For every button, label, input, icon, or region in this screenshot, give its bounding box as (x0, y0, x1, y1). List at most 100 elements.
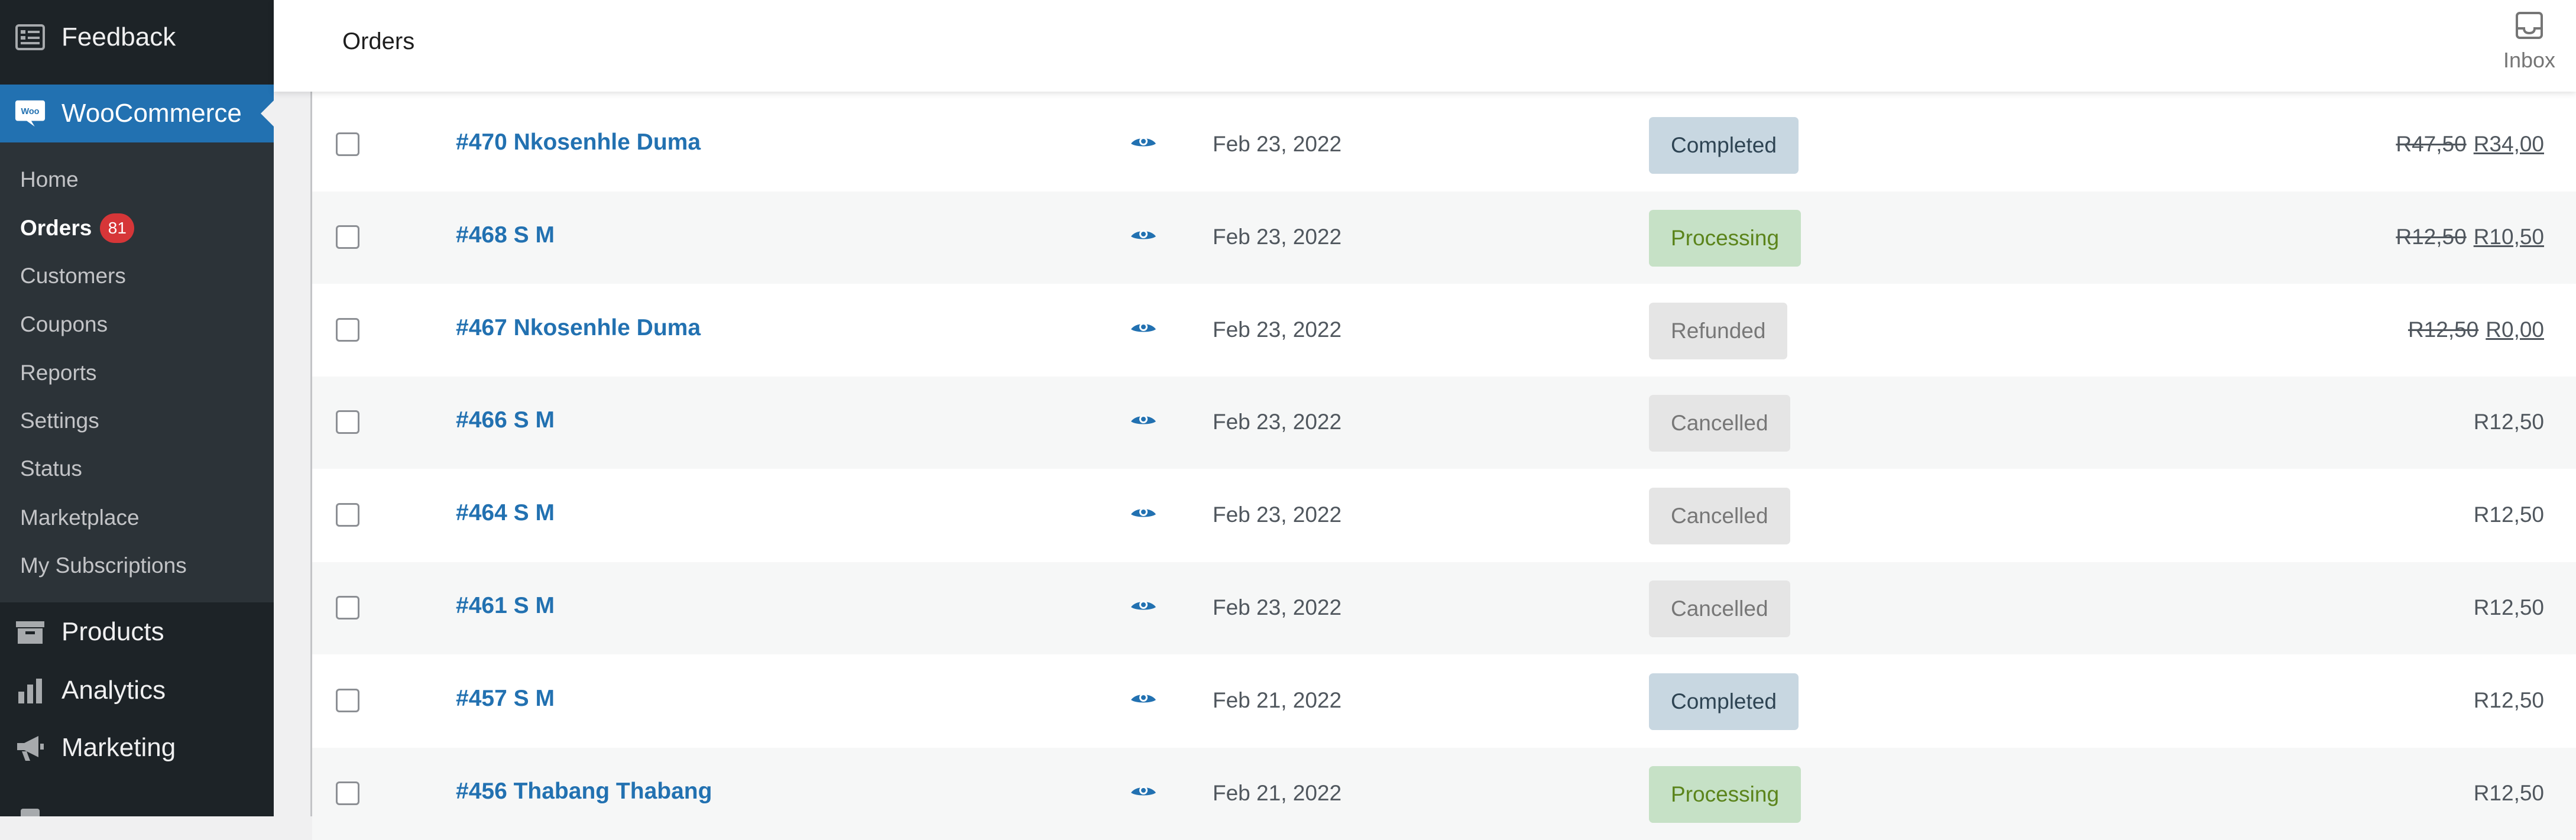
submenu-settings[interactable]: Settings (20, 403, 99, 439)
submenu-home[interactable]: Home (20, 162, 79, 197)
inbox-label: Inbox (2503, 48, 2556, 72)
original-total: R47,50 (2396, 132, 2467, 156)
status-badge: Cancelled (1649, 488, 1790, 544)
order-total: R0,00 (2486, 317, 2544, 342)
row-checkbox[interactable] (336, 410, 359, 434)
archive-icon (14, 616, 46, 648)
preview-eye-icon[interactable] (1130, 320, 1157, 339)
row-checkbox[interactable] (336, 225, 359, 249)
submenu-orders-label: Orders (20, 216, 92, 240)
submenu-customers-label: Customers (20, 264, 126, 288)
order-link[interactable]: #464 S M (456, 500, 555, 526)
order-total: R12,50 (2473, 502, 2544, 527)
order-total-cell: R12,50 (2474, 595, 2544, 620)
feedback-icon (14, 21, 46, 53)
submenu-settings-label: Settings (20, 408, 99, 433)
row-checkbox[interactable] (336, 503, 359, 527)
submenu-my-subscriptions-label: My Subscriptions (20, 553, 187, 578)
status-badge: Cancelled (1649, 580, 1790, 637)
table-row[interactable]: #467 Nkosenhle Duma Feb 23, 2022 Refunded R… (312, 284, 2576, 377)
submenu-status[interactable]: Status (20, 451, 82, 487)
submenu-status-label: Status (20, 456, 82, 481)
preview-eye-icon[interactable] (1130, 598, 1157, 617)
order-link[interactable]: #456 Thabang Thabang (456, 779, 712, 805)
order-link[interactable]: #466 S M (456, 407, 555, 433)
row-checkbox[interactable] (336, 689, 359, 712)
menu-feedback[interactable]: Feedback (0, 10, 274, 64)
menu-analytics-label: Analytics (61, 676, 166, 705)
order-date: Feb 21, 2022 (1213, 688, 1342, 712)
submenu-coupons[interactable]: Coupons (20, 307, 108, 342)
preview-eye-icon[interactable] (1130, 505, 1157, 524)
row-checkbox[interactable] (336, 781, 359, 805)
orders-table: #470 Nkosenhle Duma Feb 23, 2022 Completed… (310, 0, 2576, 840)
order-link[interactable]: #461 S M (456, 593, 555, 619)
status-badge: Completed (1649, 673, 1799, 730)
submenu-customers[interactable]: Customers (20, 258, 126, 294)
submenu-marketplace[interactable]: Marketplace (20, 500, 140, 536)
inbox-button[interactable]: Inbox (2497, 11, 2562, 82)
admin-sidebar: Feedback Woo WooCommerce Home Orders 81 … (0, 0, 274, 816)
inbox-icon (2515, 11, 2544, 43)
status-badge: Completed (1649, 117, 1799, 174)
menu-products-label: Products (61, 617, 164, 646)
menu-woocommerce-label: WooCommerce (61, 99, 242, 128)
row-checkbox[interactable] (336, 318, 359, 342)
order-date: Feb 23, 2022 (1213, 595, 1342, 620)
submenu-orders[interactable]: Orders 81 (20, 210, 135, 246)
order-total: R12,50 (2473, 410, 2544, 434)
preview-eye-icon[interactable] (1130, 134, 1157, 153)
order-total-cell: R12,50 (2474, 781, 2544, 806)
table-row[interactable]: #470 Nkosenhle Duma Feb 23, 2022 Completed… (312, 99, 2576, 191)
menu-analytics[interactable]: Analytics (0, 663, 274, 718)
table-row[interactable]: #468 S M Feb 23, 2022 Processing R12,50 R10,… (312, 192, 2576, 284)
table-row[interactable]: #456 Thabang Thabang Feb 21, 2022 Processi… (312, 748, 2576, 840)
preview-eye-icon[interactable] (1130, 227, 1157, 246)
order-date: Feb 23, 2022 (1213, 132, 1342, 156)
order-total: R12,50 (2473, 781, 2544, 805)
status-badge: Cancelled (1649, 395, 1790, 452)
menu-item-partial[interactable] (0, 791, 274, 816)
preview-eye-icon[interactable] (1130, 690, 1157, 709)
order-date: Feb 21, 2022 (1213, 781, 1342, 805)
status-badge: Processing (1649, 766, 1801, 823)
menu-feedback-label: Feedback (61, 22, 176, 51)
partial-menu-icon (14, 802, 46, 816)
order-link[interactable]: #457 S M (456, 686, 555, 712)
order-total: R10,50 (2473, 225, 2544, 249)
order-total-cell: R12,50 R0,00 (2408, 317, 2544, 342)
order-total: R34,00 (2473, 132, 2544, 156)
menu-products[interactable]: Products (0, 605, 274, 659)
order-total: R12,50 (2473, 688, 2544, 712)
menu-woocommerce[interactable]: Woo WooCommerce (0, 85, 274, 142)
order-link[interactable]: #467 Nkosenhle Duma (456, 315, 701, 341)
woo-logo-text: Woo (21, 107, 39, 116)
menu-marketing-label: Marketing (61, 733, 176, 762)
table-row[interactable]: #457 S M Feb 21, 2022 Completed R12,50 (312, 655, 2576, 747)
order-link[interactable]: #468 S M (456, 222, 555, 248)
table-row[interactable]: #466 S M Feb 23, 2022 Cancelled R12,50 (312, 377, 2576, 469)
status-badge: Processing (1649, 210, 1801, 267)
submenu-reports-label: Reports (20, 361, 97, 385)
table-row[interactable]: #464 S M Feb 23, 2022 Cancelled R12,50 (312, 469, 2576, 562)
order-date: Feb 23, 2022 (1213, 502, 1342, 527)
order-date: Feb 23, 2022 (1213, 317, 1342, 342)
table-row[interactable]: #461 S M Feb 23, 2022 Cancelled R12,50 (312, 562, 2576, 654)
order-date: Feb 23, 2022 (1213, 410, 1342, 434)
submenu-reports[interactable]: Reports (20, 355, 97, 391)
preview-eye-icon[interactable] (1130, 783, 1157, 802)
order-total-cell: R12,50 (2474, 410, 2544, 434)
submenu-marketplace-label: Marketplace (20, 505, 140, 530)
preview-eye-icon[interactable] (1130, 412, 1157, 431)
status-badge: Refunded (1649, 303, 1788, 359)
order-link[interactable]: #470 Nkosenhle Duma (456, 129, 701, 155)
row-checkbox[interactable] (336, 596, 359, 620)
row-checkbox[interactable] (336, 132, 359, 156)
order-total: R12,50 (2473, 595, 2544, 620)
page-header: Orders Inbox (274, 0, 2576, 92)
submenu-my-subscriptions[interactable]: My Subscriptions (20, 548, 187, 583)
menu-marketing[interactable]: Marketing (0, 721, 274, 775)
order-total-cell: R47,50 R34,00 (2396, 132, 2544, 157)
order-date: Feb 23, 2022 (1213, 225, 1342, 249)
order-total-cell: R12,50 (2474, 502, 2544, 527)
